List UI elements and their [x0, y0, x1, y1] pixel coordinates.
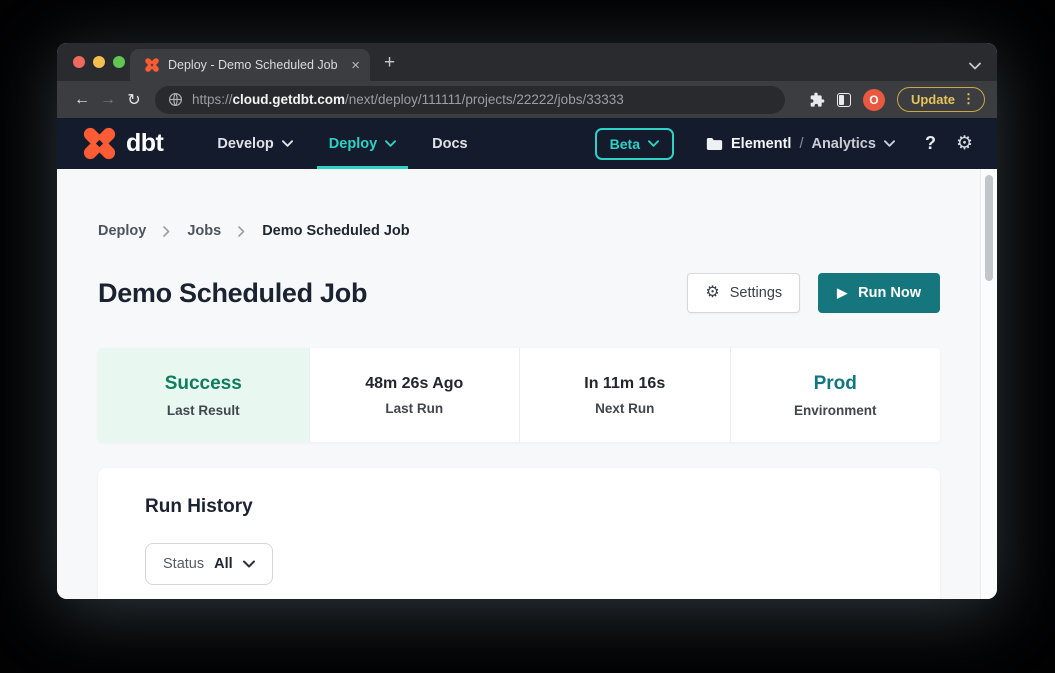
run-now-button[interactable]: ▶ Run Now — [818, 273, 940, 313]
stat-value: 48m 26s Ago — [365, 375, 463, 393]
page-title: Demo Scheduled Job — [98, 278, 367, 309]
tab-title: Deploy - Demo Scheduled Job — [168, 58, 343, 72]
tab-search-chevron-icon[interactable] — [969, 62, 981, 70]
stat-label: Next Run — [595, 401, 654, 416]
scrollbar-track — [980, 169, 997, 599]
stat-environment: Prod Environment — [730, 348, 941, 442]
stat-value: Prod — [814, 373, 857, 395]
update-button[interactable]: Update ⋮ — [897, 87, 985, 112]
breadcrumb: Deploy Jobs Demo Scheduled Job — [98, 223, 940, 239]
status-filter-dropdown[interactable]: Status All — [145, 543, 273, 585]
dbt-wordmark: dbt — [126, 129, 163, 158]
run-history-card: Run History Status All — [98, 468, 940, 599]
status-filter-value: All — [214, 556, 233, 572]
stat-last-run: 48m 26s Ago Last Run — [309, 348, 520, 442]
extensions-puzzle-icon[interactable] — [809, 92, 825, 108]
breadcrumb-deploy[interactable]: Deploy — [98, 223, 146, 239]
gear-icon: ⚙ — [705, 285, 719, 301]
back-button[interactable]: ← — [69, 91, 95, 109]
chevron-right-icon — [163, 226, 170, 237]
breadcrumb-current: Demo Scheduled Job — [262, 223, 409, 239]
job-stats-bar: Success Last Result 48m 26s Ago Last Run… — [98, 348, 940, 442]
nav-item-docs[interactable]: Docs — [420, 118, 479, 169]
tab-close-icon[interactable]: × — [351, 57, 360, 74]
nav-item-deploy[interactable]: Deploy — [317, 118, 408, 169]
dbt-app-header: dbt Develop Deploy Docs Beta Elementl / … — [57, 118, 997, 169]
address-bar[interactable]: https://cloud.getdbt.com/next/deploy/111… — [155, 86, 785, 114]
update-label: Update — [911, 92, 955, 107]
stat-next-run: In 11m 16s Next Run — [519, 348, 730, 442]
browser-toolbar: ← → ↻ https://cloud.getdbt.com/next/depl… — [57, 81, 997, 118]
site-info-globe-icon[interactable] — [168, 92, 183, 107]
browser-window: Deploy - Demo Scheduled Job × + ← → ↻ ht… — [57, 43, 997, 599]
account-name: Elementl — [731, 136, 791, 152]
title-row: Demo Scheduled Job ⚙ Settings ▶ Run Now — [98, 273, 940, 313]
page-content: Deploy Jobs Demo Scheduled Job Demo Sche… — [57, 169, 997, 599]
settings-gear-icon[interactable]: ⚙ — [956, 134, 973, 153]
beta-dropdown-button[interactable]: Beta — [595, 128, 674, 160]
toolbar-actions: O Update ⋮ — [809, 87, 985, 112]
stat-label: Last Result — [167, 403, 240, 418]
play-icon: ▶ — [837, 285, 847, 301]
minimize-window-button[interactable] — [93, 56, 105, 68]
close-window-button[interactable] — [73, 56, 85, 68]
forward-button[interactable]: → — [95, 91, 121, 109]
project-name: Analytics — [811, 136, 875, 152]
chevron-down-icon — [884, 140, 895, 147]
browser-menu-dots-icon[interactable]: ⋮ — [962, 91, 975, 107]
new-tab-button[interactable]: + — [384, 52, 395, 74]
run-history-title: Run History — [145, 496, 940, 518]
chevron-down-icon — [243, 560, 255, 568]
stat-label: Environment — [794, 403, 877, 418]
tab-strip: Deploy - Demo Scheduled Job × + — [57, 43, 997, 81]
reload-button[interactable]: ↻ — [121, 90, 147, 110]
status-filter-label: Status — [163, 556, 204, 572]
profile-avatar[interactable]: O — [863, 89, 885, 111]
settings-button[interactable]: ⚙ Settings — [687, 273, 800, 313]
breadcrumb-jobs[interactable]: Jobs — [187, 223, 221, 239]
dbt-logo[interactable]: dbt — [81, 125, 163, 162]
side-panel-icon[interactable] — [837, 93, 851, 107]
chevron-down-icon — [282, 140, 293, 147]
stat-value: Success — [165, 373, 242, 395]
scrollbar-thumb[interactable] — [985, 175, 993, 281]
account-separator: / — [799, 136, 803, 152]
stat-value: In 11m 16s — [584, 375, 665, 393]
chevron-down-icon — [385, 140, 396, 147]
chevron-down-icon — [648, 140, 659, 147]
stat-label: Last Run — [385, 401, 443, 416]
folder-icon — [706, 137, 723, 151]
chevron-right-icon — [238, 226, 245, 237]
nav-item-develop[interactable]: Develop — [205, 118, 304, 169]
url-text: https://cloud.getdbt.com/next/deploy/111… — [192, 92, 624, 107]
account-project-switcher[interactable]: Elementl / Analytics — [706, 136, 895, 152]
dbt-favicon — [144, 57, 160, 73]
browser-tab[interactable]: Deploy - Demo Scheduled Job × — [130, 49, 370, 81]
maximize-window-button[interactable] — [113, 56, 125, 68]
window-controls — [73, 56, 125, 68]
stat-last-result: Success Last Result — [98, 348, 309, 442]
help-button[interactable]: ? — [925, 133, 936, 154]
